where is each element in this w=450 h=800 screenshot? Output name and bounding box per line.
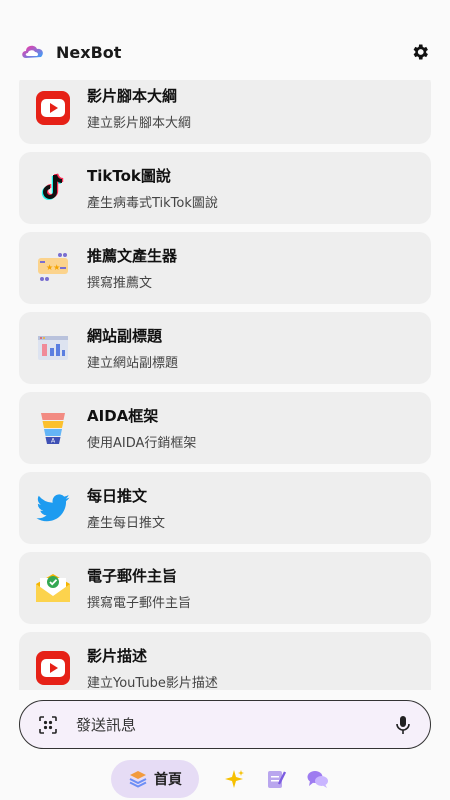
bottom-navigation: 首頁: [0, 758, 450, 800]
website-icon: [33, 328, 73, 368]
card-video-outline[interactable]: 影片腳本大綱 建立影片腳本大綱: [19, 80, 431, 144]
prompt-list[interactable]: 影片腳本大綱 建立影片腳本大綱 TikTok圖說 產生病毒式TikTok圖說 ★…: [0, 80, 450, 690]
card-subtitle: 撰寫推薦文: [87, 276, 153, 291]
card-subtitle: 建立網站副標題: [87, 356, 179, 371]
card-title: 每日推文: [87, 487, 148, 505]
card-aida-framework[interactable]: A AIDA框架 使用AIDA行銷框架: [19, 392, 431, 464]
card-title: 電子郵件主旨: [87, 567, 178, 585]
nav-sparkle[interactable]: [213, 760, 255, 798]
email-icon: [33, 568, 73, 608]
nav-chat[interactable]: [297, 760, 339, 798]
message-input[interactable]: [76, 715, 394, 734]
testimonial-icon: ★★: [33, 248, 73, 288]
card-subtitle: 建立影片腳本大綱: [87, 116, 192, 131]
twitter-icon: [33, 488, 73, 528]
card-title: 影片腳本大綱: [87, 87, 178, 105]
svg-text:★★: ★★: [46, 263, 60, 272]
tiktok-icon: [33, 168, 73, 208]
card-title: 推薦文產生器: [87, 247, 178, 265]
status-bar: [0, 0, 450, 22]
card-subtitle: 產生每日推文: [87, 516, 166, 531]
nav-home[interactable]: 首頁: [111, 760, 199, 798]
card-website-subtitle[interactable]: 網站副標題 建立網站副標題: [19, 312, 431, 384]
chat-bubbles-icon: [307, 771, 328, 788]
notepad-icon: [268, 771, 287, 788]
message-input-bar: [19, 700, 431, 749]
card-subtitle: 產生病毒式TikTok圖說: [87, 196, 218, 211]
app-title: NexBot: [56, 42, 122, 62]
card-title: TikTok圖說: [87, 167, 171, 185]
youtube-icon: [33, 648, 73, 688]
scan-icon[interactable]: [38, 715, 58, 735]
sparkle-icon: [225, 770, 244, 788]
card-testimonial-generator[interactable]: ★★ 推薦文產生器 撰寫推薦文: [19, 232, 431, 304]
app-bar: NexBot: [0, 30, 450, 74]
layers-icon: [129, 771, 147, 788]
card-title: AIDA框架: [87, 407, 159, 425]
card-email-subject[interactable]: 電子郵件主旨 撰寫電子郵件主旨: [19, 552, 431, 624]
nexbot-logo-icon: [22, 45, 43, 58]
card-subtitle: 建立YouTube影片描述: [87, 676, 218, 690]
card-subtitle: 撰寫電子郵件主旨: [87, 596, 192, 611]
settings-gear-icon[interactable]: [410, 42, 430, 62]
nav-notes[interactable]: [255, 760, 297, 798]
card-title: 網站副標題: [87, 327, 163, 345]
youtube-icon: [33, 88, 73, 128]
card-tiktok-caption[interactable]: TikTok圖說 產生病毒式TikTok圖說: [19, 152, 431, 224]
card-daily-tweet[interactable]: 每日推文 產生每日推文: [19, 472, 431, 544]
nav-home-label: 首頁: [154, 772, 182, 788]
microphone-icon[interactable]: [394, 715, 412, 735]
card-title: 影片描述: [87, 647, 148, 665]
card-subtitle: 使用AIDA行銷框架: [87, 436, 197, 451]
card-video-description[interactable]: 影片描述 建立YouTube影片描述: [19, 632, 431, 690]
funnel-icon: A: [33, 408, 73, 448]
